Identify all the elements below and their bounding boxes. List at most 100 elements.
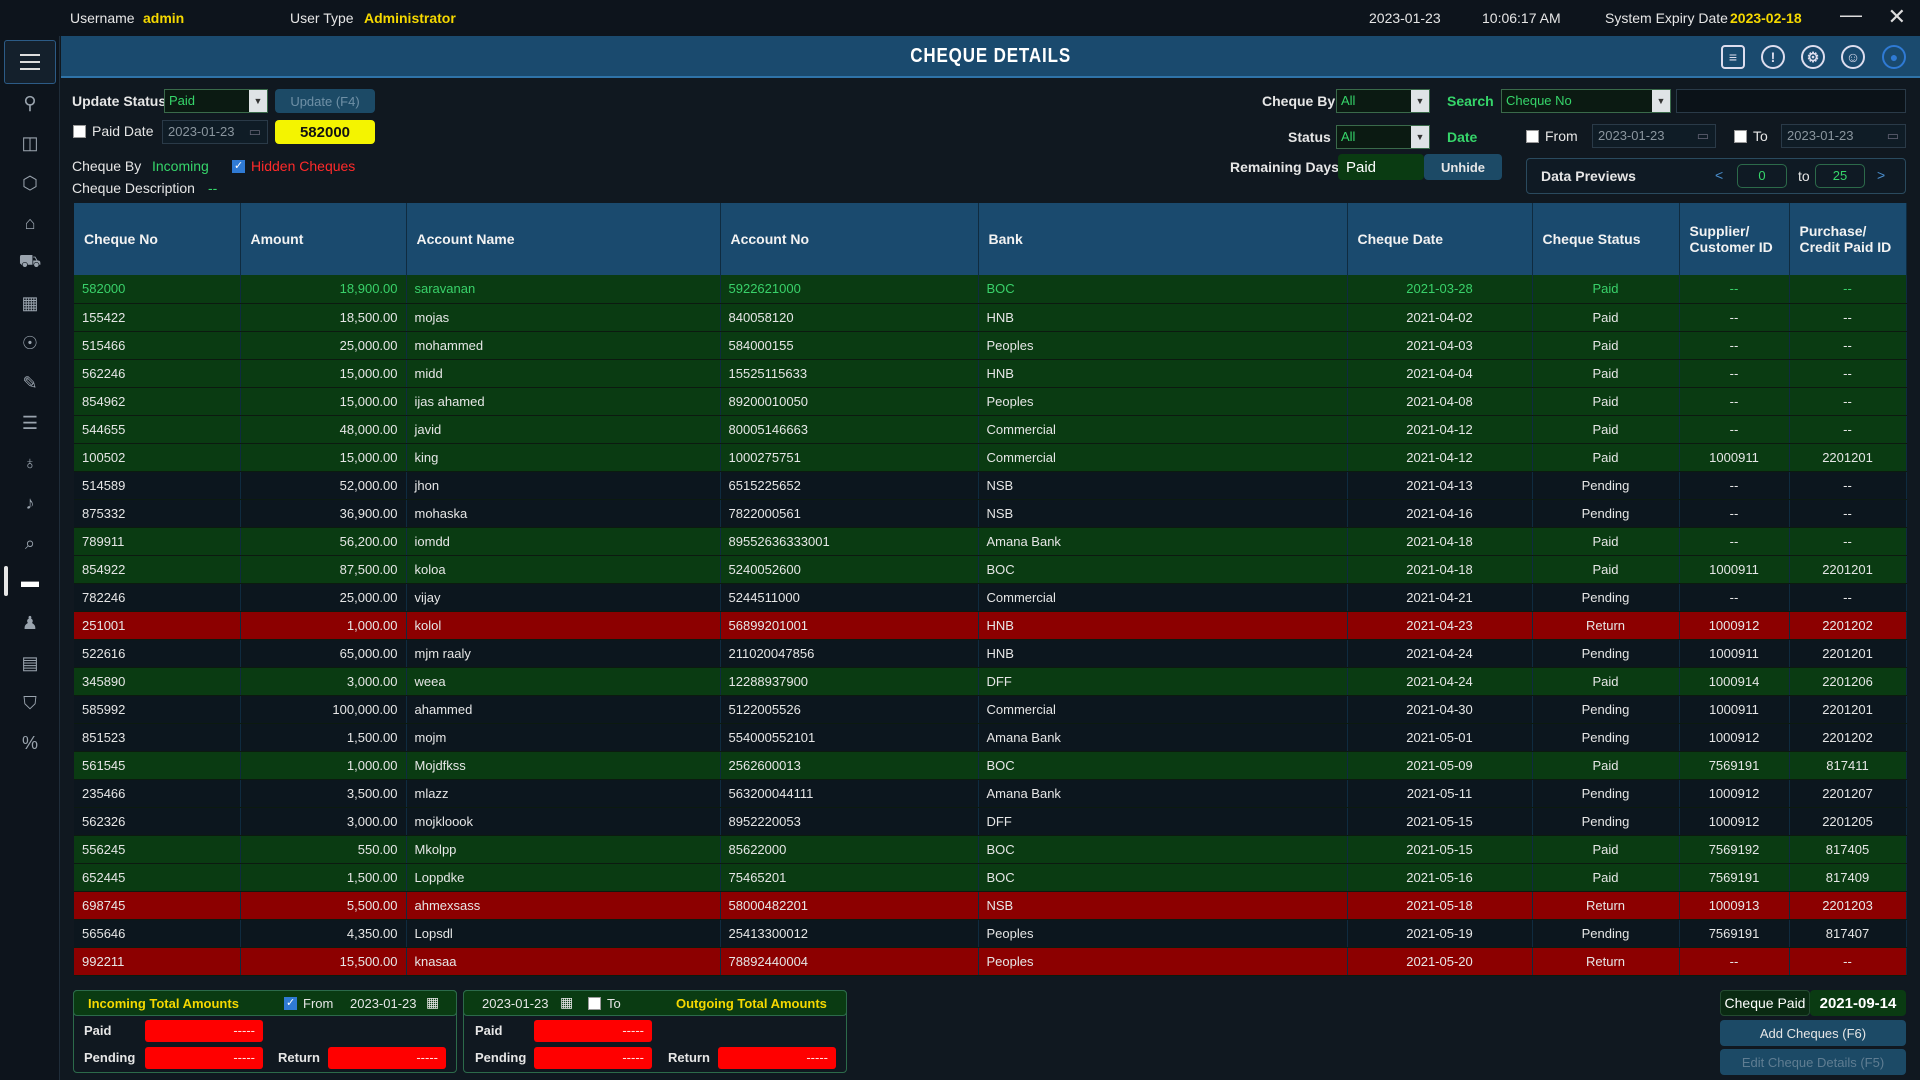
outgoing-to-checkbox[interactable]	[588, 997, 601, 1010]
users-icon[interactable]: ☉	[18, 331, 42, 355]
table-row[interactable]: 562246 15,000.00 midd 15525115633 HNB 2021-04…	[74, 359, 1907, 388]
table-row[interactable]: 251001 1,000.00 kolol 56899201001 HNB 2021-04…	[74, 611, 1907, 640]
table-cell: 6515225652	[720, 471, 979, 500]
alert-icon[interactable]: !	[1761, 45, 1785, 69]
preview-from-input[interactable]: 0	[1737, 164, 1787, 188]
table-cell: 7569192	[1679, 835, 1790, 864]
database-icon[interactable]: ≡	[1721, 45, 1745, 69]
column-header[interactable]: Supplier/ Customer ID	[1679, 203, 1790, 275]
lock-icon[interactable]: ●	[1882, 45, 1906, 69]
table-row[interactable]: 235466 3,500.00 mlazz 563200044111 Amana Ban…	[74, 779, 1907, 808]
paid-date-field[interactable]: 2023-01-23 ▭	[162, 120, 268, 144]
to-checkbox[interactable]	[1734, 130, 1747, 143]
prev-page-button[interactable]: <	[1715, 167, 1723, 183]
search-field-select[interactable]: Cheque No ▼	[1501, 89, 1671, 113]
table-row[interactable]: 782246 25,000.00 vijay 5244511000 Commercial…	[74, 583, 1907, 612]
table-row[interactable]: 515466 25,000.00 mohammed 584000155 Peoples 2…	[74, 331, 1907, 360]
table-row[interactable]: 698745 5,500.00 ahmexsass 58000482201 NSB 202…	[74, 891, 1907, 920]
table-cell: 514589	[74, 471, 241, 500]
book-icon[interactable]: ▤	[18, 651, 42, 675]
update-button[interactable]: Update (F4)	[275, 89, 375, 113]
hidden-cheques-checkbox[interactable]	[232, 159, 245, 173]
column-header[interactable]: Cheque Status	[1532, 203, 1680, 275]
table-cell: Paid	[1532, 863, 1680, 892]
table-row[interactable]: 854922 87,500.00 koloa 5240052600 BOC 2021-04…	[74, 555, 1907, 584]
warehouse-icon[interactable]: ⌂	[18, 211, 42, 235]
calculator-icon[interactable]: ▦	[18, 291, 42, 315]
table-cell: 85622000	[720, 835, 979, 864]
from-checkbox[interactable]	[1526, 130, 1539, 143]
table-cell: Pending	[1532, 499, 1680, 528]
column-header[interactable]: Cheque Date	[1347, 203, 1533, 275]
column-header[interactable]: Cheque No	[74, 203, 241, 275]
table-row[interactable]: 556245 550.00 Mkolpp 85622000 BOC 2021-05-15 P…	[74, 835, 1907, 864]
table-row[interactable]: 345890 3,000.00 weea 12288937900 DFF 2021-04-…	[74, 667, 1907, 696]
incoming-from-date[interactable]: 2023-01-23	[350, 996, 417, 1011]
table-row[interactable]: 561545 1,000.00 Mojdfkss 2562600013 BOC 2021-…	[74, 751, 1907, 780]
incoming-from-checkbox[interactable]	[284, 996, 297, 1010]
table-row[interactable]: 522616 65,000.00 mjm raaly 211020047856 HNB 2…	[74, 639, 1907, 668]
table-row[interactable]: 565646 4,350.00 Lopsdl 25413300012 Peoples 20…	[74, 919, 1907, 948]
table-row[interactable]: 155422 18,500.00 mojas 840058120 HNB 2021-04-…	[74, 303, 1907, 332]
calendar-icon[interactable]: ▦	[426, 994, 439, 1011]
menu-toggle-button[interactable]	[4, 40, 56, 84]
status-select[interactable]: All ▼	[1336, 125, 1430, 149]
cart-icon[interactable]: ⛟	[18, 251, 42, 275]
from-date-field[interactable]: 2023-01-23 ▭	[1592, 124, 1716, 148]
table-row[interactable]: 585992 100,000.00 ahammed 5122005526 Commerc…	[74, 695, 1907, 724]
preview-to-input[interactable]: 25	[1815, 164, 1865, 188]
filter-cheque-by-select[interactable]: All ▼	[1336, 89, 1430, 113]
minimize-icon[interactable]: —	[1840, 2, 1862, 28]
report-icon[interactable]: ☰	[18, 411, 42, 435]
table-cell: --	[1679, 387, 1790, 416]
unhide-button[interactable]: Unhide	[1424, 154, 1502, 180]
table-row[interactable]: 875332 36,900.00 mohaska 7822000561 NSB 2021-…	[74, 499, 1907, 528]
hidden-cheques-label: Hidden Cheques	[251, 158, 356, 174]
table-cell: vijay	[406, 583, 721, 612]
column-header[interactable]: Purchase/ Credit Paid ID	[1789, 203, 1907, 275]
edit-cheque-details-button[interactable]: Edit Cheque Details (F5)	[1720, 1049, 1906, 1075]
table-row[interactable]: 562326 3,000.00 mojkloook 8952220053 DFF 2021…	[74, 807, 1907, 836]
gear-icon[interactable]: ⚙	[1801, 45, 1825, 69]
table-row[interactable]: 851523 1,500.00 mojm 554000552101 Amana Bank…	[74, 723, 1907, 752]
dropdown-arrow-icon: ▼	[1652, 90, 1670, 112]
update-status-select[interactable]: Paid ▼	[164, 89, 268, 113]
table-row[interactable]: 789911 56,200.00 iomdd 89552636333001 Amana …	[74, 527, 1907, 556]
money-bag-icon[interactable]: ♁	[18, 451, 42, 475]
table-cell: ahammed	[406, 695, 721, 724]
search-input[interactable]	[1676, 89, 1906, 113]
table-row[interactable]: 582000 18,900.00 saravanan 5922621000 BOC 202…	[74, 275, 1907, 304]
add-cheques-button[interactable]: Add Cheques (F6)	[1720, 1020, 1906, 1046]
user-icon[interactable]: ⚲	[18, 91, 42, 115]
column-header[interactable]: Account Name	[406, 203, 721, 275]
table-row[interactable]: 514589 52,000.00 jhon 6515225652 NSB 2021-04-…	[74, 471, 1907, 500]
cheque-icon[interactable]: ▬	[18, 569, 42, 593]
to-date-field[interactable]: 2023-01-23 ▭	[1781, 124, 1906, 148]
column-header[interactable]: Account No	[720, 203, 979, 275]
outgoing-from-date[interactable]: 2023-01-23	[482, 996, 549, 1011]
checkout-icon[interactable]: ⛉	[18, 691, 42, 715]
bell-icon[interactable]: ♪	[18, 491, 42, 515]
table-row[interactable]: 100502 15,000.00 king 1000275751 Commercial 2…	[74, 443, 1907, 472]
table-row[interactable]: 652445 1,500.00 Loppdke 75465201 BOC 2021-05-…	[74, 863, 1907, 892]
payment-icon[interactable]: ✎	[18, 371, 42, 395]
calendar-icon[interactable]: ▦	[560, 994, 573, 1011]
table-cell: 2201207	[1789, 779, 1907, 808]
people-icon[interactable]: ♟	[18, 611, 42, 635]
table-row[interactable]: 992211 15,500.00 knasaa 78892440004 Peoples 2…	[74, 947, 1907, 976]
discount-icon[interactable]: %	[18, 731, 42, 755]
table-row[interactable]: 544655 48,000.00 javid 80005146663 Commercia…	[74, 415, 1907, 444]
column-header[interactable]: Amount	[240, 203, 407, 275]
close-icon[interactable]: ✕	[1888, 4, 1906, 30]
table-cell: --	[1679, 415, 1790, 444]
table-row[interactable]: 854962 15,000.00 ijas ahamed 89200010050 Peo…	[74, 387, 1907, 416]
next-page-button[interactable]: >	[1877, 167, 1885, 183]
bag-icon[interactable]: ◫	[18, 131, 42, 155]
account-icon[interactable]: ☺	[1841, 45, 1865, 69]
table-cell: jhon	[406, 471, 721, 500]
cheque-paid-date: 2021-09-14	[1810, 990, 1906, 1016]
box-icon[interactable]: ⬡	[18, 171, 42, 195]
column-header[interactable]: Bank	[978, 203, 1348, 275]
analytics-icon[interactable]: ⌕	[18, 531, 42, 555]
paid-date-checkbox[interactable]	[73, 125, 86, 138]
